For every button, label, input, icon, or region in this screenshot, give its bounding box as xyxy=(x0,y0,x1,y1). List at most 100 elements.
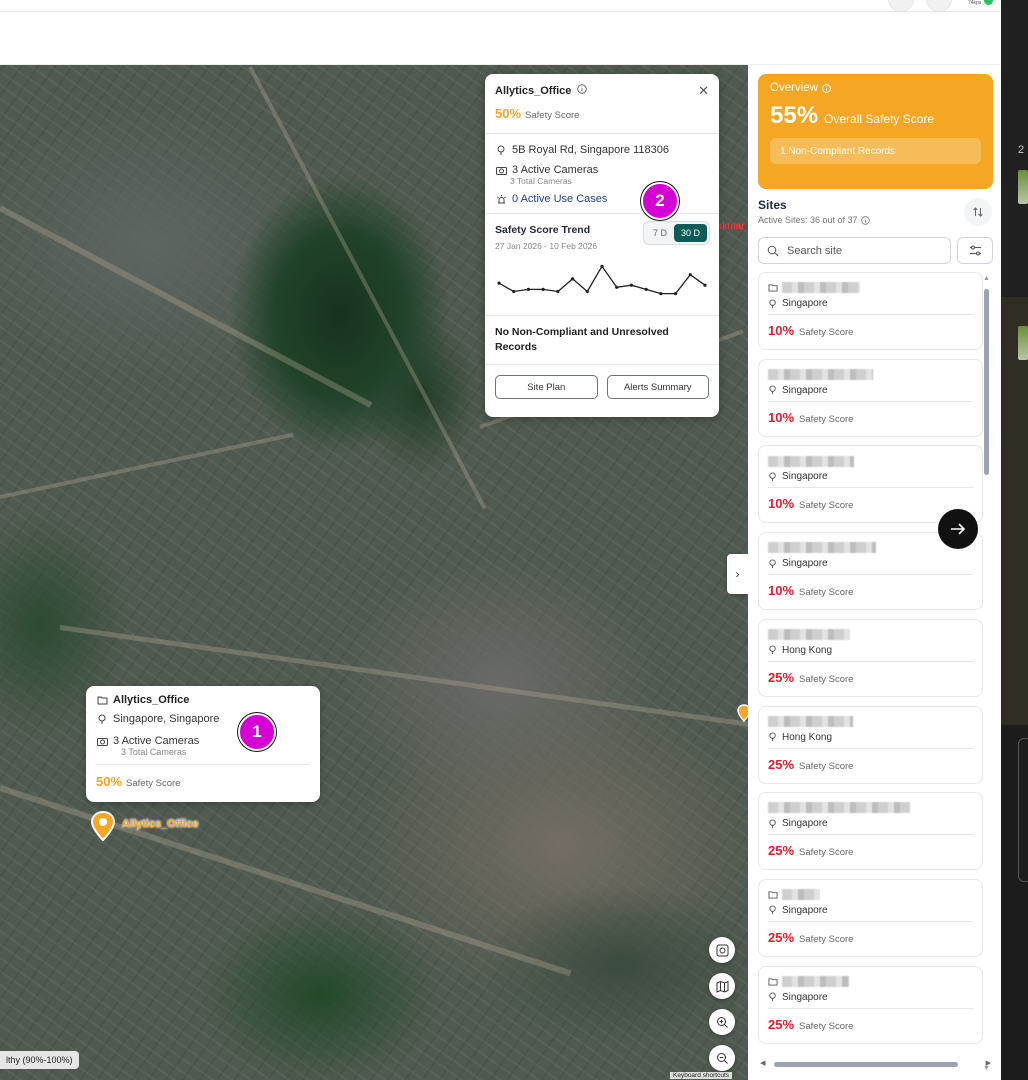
site-location: Hong Kong xyxy=(782,644,833,656)
chevron-right-icon: › xyxy=(735,567,740,581)
site-score-value: 10% xyxy=(768,409,795,425)
site-name-redacted xyxy=(768,802,910,814)
trend-point xyxy=(512,289,516,294)
site-plan-button[interactable]: Site Plan xyxy=(495,375,598,399)
horizontal-scrollbar[interactable]: ◀ ▶ xyxy=(758,1059,991,1069)
scrollbar-thumb[interactable] xyxy=(774,1062,958,1067)
location-pin-icon xyxy=(495,144,507,156)
site-name-redacted xyxy=(768,455,854,467)
panel-collapse-button[interactable]: › xyxy=(727,554,748,594)
site-card[interactable]: Singapore 10% Safety Score xyxy=(758,272,983,350)
site-card[interactable]: Singapore 10% Safety Score xyxy=(758,358,983,437)
map-layer-button[interactable] xyxy=(709,973,735,999)
keyboard-shortcuts-link[interactable]: Keyboard shortcuts xyxy=(670,1072,733,1079)
search-box[interactable] xyxy=(758,237,951,264)
top-action-button-2[interactable] xyxy=(926,0,952,12)
site-location: Singapore xyxy=(782,904,828,916)
zoom-in-button[interactable] xyxy=(709,1009,735,1035)
site-name-redacted xyxy=(782,889,820,901)
site-name-redacted xyxy=(768,715,853,727)
strip-thumbnail[interactable] xyxy=(1018,326,1028,360)
screenshot-button[interactable] xyxy=(709,937,735,963)
range-option-7d[interactable]: 7 D xyxy=(646,224,674,242)
safety-trend-sparkline xyxy=(497,264,707,296)
trend-point xyxy=(644,287,648,291)
site-card[interactable]: Singapore 25% Safety Score xyxy=(758,792,983,871)
site-score-label: Safety Score xyxy=(799,933,854,945)
strip-panel xyxy=(1018,738,1028,882)
close-icon[interactable]: ✕ xyxy=(698,83,709,99)
alerts-summary-button[interactable]: Alerts Summary xyxy=(606,375,709,399)
trend-point xyxy=(629,283,634,287)
map-marker-icon[interactable] xyxy=(90,811,116,841)
folder-icon xyxy=(768,284,778,292)
info-icon[interactable] xyxy=(577,84,588,97)
active-sites-count: Active Sites: 36 out of 37 xyxy=(758,215,858,225)
site-score-label: Safety Score xyxy=(799,1020,854,1032)
capture-icon xyxy=(716,944,728,956)
range-toggle[interactable]: 7 D 30 D xyxy=(642,221,710,245)
location-pin-icon xyxy=(769,385,776,395)
camera-icon xyxy=(96,735,108,747)
site-score-label: Safety Score xyxy=(799,413,854,425)
filter-button[interactable] xyxy=(957,237,993,264)
site-score-label: Safety Score xyxy=(799,327,854,338)
sites-panel: Overview 55% Overall Safety Score 1 Non-… xyxy=(748,65,1001,1080)
site-location: Singapore xyxy=(782,384,828,396)
site-card[interactable]: Hong Kong 25% Safety Score xyxy=(758,705,983,784)
range-option-30d[interactable]: 30 D xyxy=(673,224,707,242)
site-card[interactable]: Singapore 25% Safety Score xyxy=(758,965,983,1044)
site-list[interactable]: Singapore 10% Safety Score Singapore 10% Safe… xyxy=(758,272,983,1055)
location-pin-icon xyxy=(769,298,776,308)
site-card[interactable]: Singapore 25% Safety Score xyxy=(758,878,983,957)
trend-point xyxy=(600,264,604,268)
map-legend-chip: lthy (90%-100%) xyxy=(0,1051,79,1069)
top-action-button-1[interactable] xyxy=(888,0,914,12)
next-arrow-button[interactable] xyxy=(938,509,978,549)
map-marker-label[interactable]: Allytics_Office xyxy=(122,818,198,830)
folder-icon xyxy=(768,978,778,986)
overall-score-value: 55% xyxy=(770,102,819,129)
site-location: Singapore xyxy=(782,298,828,309)
site-hover-card[interactable]: Allytics_Office Singapore, Singapore 3 A… xyxy=(86,686,320,802)
site-detail-popup[interactable]: Allytics_Office ✕ 50% Safety Score 5B Ro… xyxy=(485,74,719,417)
annotation-badge-1: 1 xyxy=(238,713,276,751)
site-score-value: 10% xyxy=(768,323,795,338)
location-pin-icon xyxy=(769,992,776,1002)
strip-thumbnail[interactable] xyxy=(1018,170,1028,204)
trend-point xyxy=(659,292,663,296)
location-pin-icon xyxy=(769,645,776,655)
trend-point xyxy=(673,292,678,296)
total-cameras: 3 Total Cameras xyxy=(121,747,187,757)
site-score-label: Safety Score xyxy=(799,500,854,512)
zoom-out-button[interactable] xyxy=(709,1045,735,1071)
vertical-scrollbar[interactable]: ▲ ▼ xyxy=(983,275,991,1072)
site-location: Singapore xyxy=(782,991,828,1003)
scroll-up-icon: ▲ xyxy=(983,275,990,282)
camera-icon xyxy=(495,164,507,176)
location-pin-icon xyxy=(96,713,108,725)
alarm-icon xyxy=(495,193,507,205)
sort-button[interactable] xyxy=(964,198,992,226)
trend-point xyxy=(585,289,589,294)
folder-icon xyxy=(96,694,108,706)
active-use-cases-link[interactable]: 0 Active Use Cases xyxy=(512,193,607,205)
non-compliant-records-button[interactable]: 1 Non-Compliant Records xyxy=(770,138,981,164)
sites-title: Sites xyxy=(758,198,787,212)
search-input[interactable] xyxy=(787,244,937,257)
info-icon[interactable] xyxy=(860,215,870,225)
trend-point xyxy=(688,273,692,277)
popup-active-cameras: 3 Active Cameras xyxy=(512,164,599,176)
scroll-right-icon: ▶ xyxy=(985,1060,991,1067)
adjacent-window-strip: 2 xyxy=(1001,0,1028,1080)
folder-icon xyxy=(768,891,778,899)
site-location: Singapore xyxy=(782,558,828,570)
scrollbar-thumb[interactable] xyxy=(984,289,989,475)
overview-title: Overview xyxy=(770,82,818,94)
site-card[interactable]: Hong Kong 25% Safety Score xyxy=(758,618,983,697)
info-icon[interactable] xyxy=(822,83,831,93)
site-location: Singapore xyxy=(782,818,828,830)
site-name-redacted xyxy=(768,629,850,641)
site-score-value: 25% xyxy=(768,843,795,859)
site-name-redacted xyxy=(768,368,873,380)
